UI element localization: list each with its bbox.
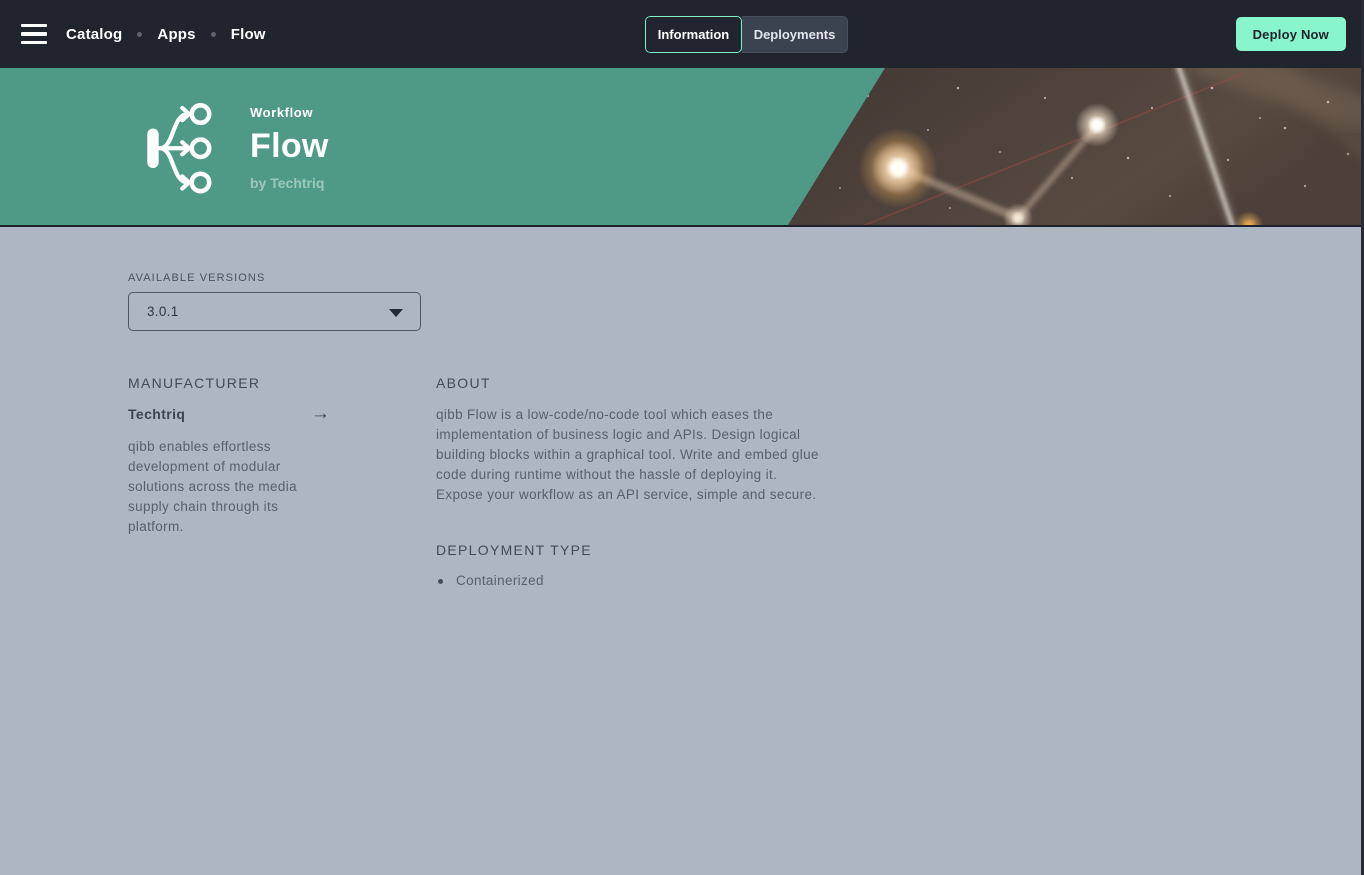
hero-text: Workflow Flow by Techtriq bbox=[250, 105, 329, 191]
main-content: AVAILABLE VERSIONS 3.0.1 MANUFACTURER Te… bbox=[128, 227, 1228, 591]
manufacturer-section: MANUFACTURER Techtriq → qibb enables eff… bbox=[128, 375, 330, 591]
app-byline: by Techtriq bbox=[250, 175, 329, 191]
manufacturer-link[interactable]: Techtriq → bbox=[128, 406, 330, 422]
breadcrumb: Catalog Apps Flow bbox=[66, 26, 266, 43]
version-dropdown[interactable]: 3.0.1 bbox=[128, 292, 421, 331]
deployment-type-item: Containerized bbox=[436, 571, 828, 591]
breadcrumb-separator-icon bbox=[137, 32, 142, 37]
breadcrumb-separator-icon bbox=[211, 32, 216, 37]
about-text: qibb Flow is a low-code/no-code tool whi… bbox=[436, 405, 828, 505]
deployment-type-label: DEPLOYMENT TYPE bbox=[436, 542, 828, 558]
tab-deployments[interactable]: Deployments bbox=[742, 16, 848, 53]
breadcrumb-flow: Flow bbox=[231, 26, 266, 43]
deploy-now-button[interactable]: Deploy Now bbox=[1236, 17, 1346, 51]
bullet-icon bbox=[438, 579, 443, 584]
available-versions-label: AVAILABLE VERSIONS bbox=[128, 272, 1228, 284]
about-section: ABOUT qibb Flow is a low-code/no-code to… bbox=[436, 375, 828, 591]
tab-information[interactable]: Information bbox=[645, 16, 742, 53]
about-label: ABOUT bbox=[436, 375, 828, 391]
deployment-type-list: Containerized bbox=[436, 571, 828, 591]
hero-content: Workflow Flow by Techtriq bbox=[145, 99, 329, 196]
manufacturer-name: Techtriq bbox=[128, 406, 185, 422]
info-columns: MANUFACTURER Techtriq → qibb enables eff… bbox=[128, 375, 1228, 591]
top-bar: Catalog Apps Flow Information Deployment… bbox=[0, 0, 1364, 68]
workflow-icon bbox=[145, 99, 221, 196]
breadcrumb-catalog[interactable]: Catalog bbox=[66, 26, 122, 43]
version-dropdown-value: 3.0.1 bbox=[147, 304, 179, 319]
app-category: Workflow bbox=[250, 105, 329, 120]
tab-group: Information Deployments bbox=[645, 16, 848, 53]
manufacturer-label: MANUFACTURER bbox=[128, 375, 330, 391]
menu-icon[interactable] bbox=[21, 24, 47, 44]
hero-banner: Workflow Flow by Techtriq bbox=[0, 68, 1364, 227]
breadcrumb-apps[interactable]: Apps bbox=[157, 26, 195, 43]
caret-down-icon bbox=[389, 309, 403, 317]
app-title: Flow bbox=[250, 127, 329, 166]
manufacturer-description: qibb enables effortless development of m… bbox=[128, 437, 330, 537]
arrow-right-icon[interactable]: → bbox=[311, 407, 330, 421]
